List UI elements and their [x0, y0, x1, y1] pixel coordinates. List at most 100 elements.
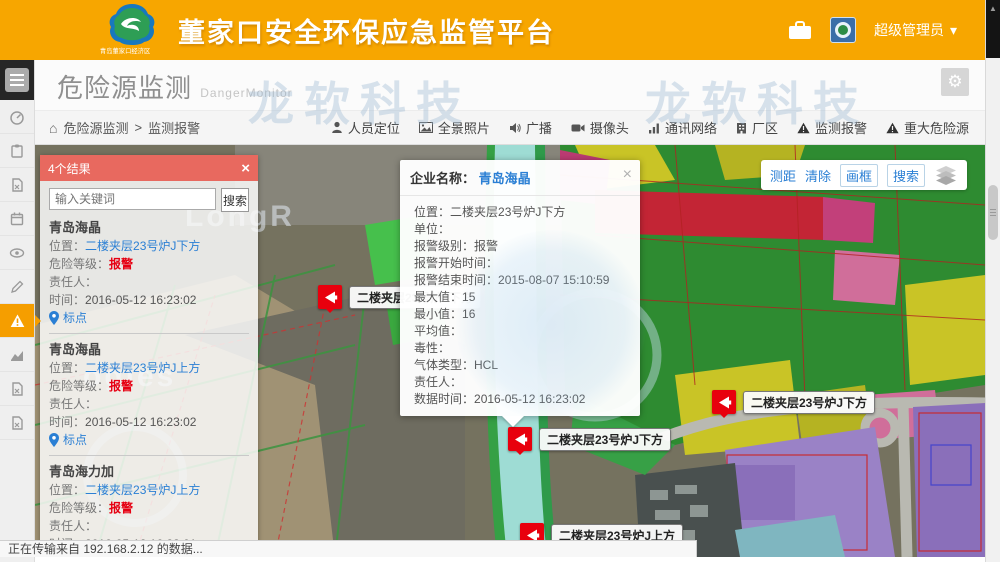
popup-pointer [502, 416, 524, 427]
sidebar-item-alarm[interactable] [0, 304, 34, 338]
nav-item-label: 通讯网络 [665, 118, 717, 137]
speaker-icon [322, 289, 339, 306]
popup-row: 数据时间：2016-05-12 16:23:02 [414, 391, 634, 408]
video-camera-icon [571, 123, 585, 133]
sidebar-item-doc1[interactable] [0, 372, 34, 406]
nav-item-factory[interactable]: 厂区 [736, 118, 778, 137]
result-name: 青岛海晶 [49, 340, 249, 359]
draw-box-button[interactable]: 画框 [840, 164, 878, 187]
briefcase-icon[interactable] [788, 20, 812, 40]
close-icon[interactable]: × [623, 166, 632, 184]
nav-item-monitor-alarm[interactable]: 监测报警 [797, 118, 867, 137]
scrollbar-thumb[interactable] [988, 185, 998, 240]
nav-item-broadcast[interactable]: 广播 [509, 118, 552, 137]
result-level: 报警 [109, 257, 133, 271]
alarm-marker-icon[interactable] [712, 390, 736, 414]
doc-file-icon [9, 415, 25, 431]
popup-row: 最大值：15 [414, 289, 634, 306]
nav-item-major-hazard[interactable]: 重大危险源 [886, 118, 969, 137]
sidebar-item-statistics[interactable] [0, 338, 34, 372]
page-scrollbar[interactable]: ▲ [985, 0, 1000, 562]
sidebar-item-dashboard[interactable] [0, 100, 34, 134]
warning-triangle-icon [797, 122, 810, 134]
close-icon[interactable]: × [241, 160, 250, 177]
sidebar-item-clipboard[interactable] [0, 134, 34, 168]
person-icon [331, 121, 343, 134]
sidebar-item-doc2[interactable] [0, 406, 34, 440]
marker-label: 二楼夹层23号炉J下方 [743, 391, 875, 414]
measure-distance-button[interactable]: 测距 [770, 166, 796, 185]
alarm-marker: 二楼夹层23号炉J下方 [508, 427, 532, 451]
sidebar-item-edit[interactable] [0, 270, 34, 304]
sidebar-item-calendar[interactable] [0, 202, 34, 236]
user-name: 超级管理员 [874, 20, 944, 40]
map-pin-icon [49, 311, 59, 325]
alarm-marker: 二楼夹层23号炉J下方 [712, 390, 736, 414]
icon-sidebar [0, 60, 35, 562]
logo-caption: 青岛董家口经济区 [100, 47, 170, 56]
nav-item-label: 广播 [526, 118, 552, 137]
search-button[interactable]: 搜索 [221, 188, 249, 212]
breadcrumb-separator: > [134, 120, 142, 135]
alarm-marker: 二楼夹层23号炉J下方 [318, 285, 342, 309]
popup-title-label: 企业名称： [410, 171, 475, 186]
area-chart-icon [9, 347, 25, 363]
status-text: 正在传输来自 192.168.2.12 的数据... [8, 542, 203, 556]
cloud-logo-icon [105, 2, 159, 48]
popup-body: 位置：二楼夹层23号炉J下方 单位： 报警级别：报警 报警开始时间： 报警结束时… [400, 196, 640, 416]
popup-row: 报警开始时间： [414, 255, 634, 272]
scroll-up-icon[interactable]: ▲ [989, 4, 997, 13]
popup-row: 位置：二楼夹层23号炉J下方 [414, 204, 634, 221]
warning-triangle-icon [886, 122, 899, 134]
mark-on-map-link[interactable]: 标点 [49, 431, 249, 449]
popup-enterprise-name: 青岛海晶 [479, 171, 531, 186]
map-tools: 测距 清除 画框 搜索 [761, 160, 967, 190]
status-bar: 正在传输来自 192.168.2.12 的数据... [0, 540, 697, 557]
sidebar-top [0, 60, 34, 100]
breadcrumb-current: 监测报警 [148, 118, 200, 137]
page-title: 危险源监测 DangerMonitor [57, 68, 293, 105]
result-level: 报警 [109, 379, 133, 393]
nav-item-label: 摄像头 [590, 118, 629, 137]
result-item: 青岛海晶 位置：二楼夹层23号炉J上方 危险等级：报警 责任人： 时间：2016… [49, 340, 249, 456]
sidebar-item-monitor[interactable] [0, 236, 34, 270]
alarm-marker-icon[interactable] [508, 427, 532, 451]
page-subtitle: DangerMonitor [200, 86, 292, 100]
nav-item-label: 重大危险源 [904, 118, 969, 137]
breadcrumb-home[interactable]: 危险源监测 [63, 118, 128, 137]
gear-icon[interactable]: ⚙ [941, 68, 969, 96]
results-panel-header: 4个结果 × [40, 155, 258, 181]
sidebar-item-report[interactable] [0, 168, 34, 202]
popup-row: 平均值： [414, 323, 634, 340]
keyword-search-input[interactable] [49, 188, 216, 210]
map-viewport[interactable]: LongR ogies 二楼夹层23号炉J下方 二楼夹层23号炉J下方 二楼夹层… [35, 145, 985, 557]
nav-item-network[interactable]: 通讯网络 [648, 118, 717, 137]
popup-row: 报警结束时间：2015-08-07 15:10:59 [414, 272, 634, 289]
result-item: 青岛海晶 位置：二楼夹层23号炉J下方 危险等级：报警 责任人： 时间：2016… [49, 218, 249, 334]
map-pin-icon [49, 433, 59, 447]
results-panel: 4个结果 × 搜索 青岛海晶 位置：二楼夹层23号炉J下方 危险等级：报警 责任… [40, 155, 258, 545]
map-search-button[interactable]: 搜索 [887, 164, 925, 187]
app-title: 董家口安全环保应急监管平台 [178, 11, 555, 50]
eye-icon [9, 245, 25, 261]
menu-icon[interactable] [5, 68, 29, 92]
user-avatar[interactable] [830, 17, 856, 43]
layers-icon[interactable] [934, 165, 958, 185]
nav-item-camera[interactable]: 摄像头 [571, 118, 629, 137]
result-time: 2016-05-12 16:23:02 [85, 293, 196, 307]
user-menu[interactable]: 超级管理员 ▾ [874, 20, 957, 40]
clear-button[interactable]: 清除 [805, 166, 831, 185]
nav-item-person-locate[interactable]: 人员定位 [331, 118, 400, 137]
app-header: 青岛董家口经济区 董家口安全环保应急监管平台 超级管理员 ▾ [0, 0, 985, 60]
mark-on-map-link[interactable]: 标点 [49, 309, 249, 327]
result-level: 报警 [109, 501, 133, 515]
scrollbar-top: ▲ [986, 0, 1000, 58]
enterprise-popup: 企业名称： 青岛海晶 × 位置：二楼夹层23号炉J下方 单位： 报警级别：报警 … [400, 160, 640, 416]
building-icon [736, 122, 747, 134]
alarm-marker-icon[interactable] [318, 285, 342, 309]
chevron-down-icon: ▾ [950, 22, 957, 39]
nav-item-label: 监测报警 [815, 118, 867, 137]
clipboard-icon [9, 143, 25, 159]
result-name: 青岛海晶 [49, 218, 249, 237]
nav-item-panorama[interactable]: 全景照片 [419, 118, 490, 137]
